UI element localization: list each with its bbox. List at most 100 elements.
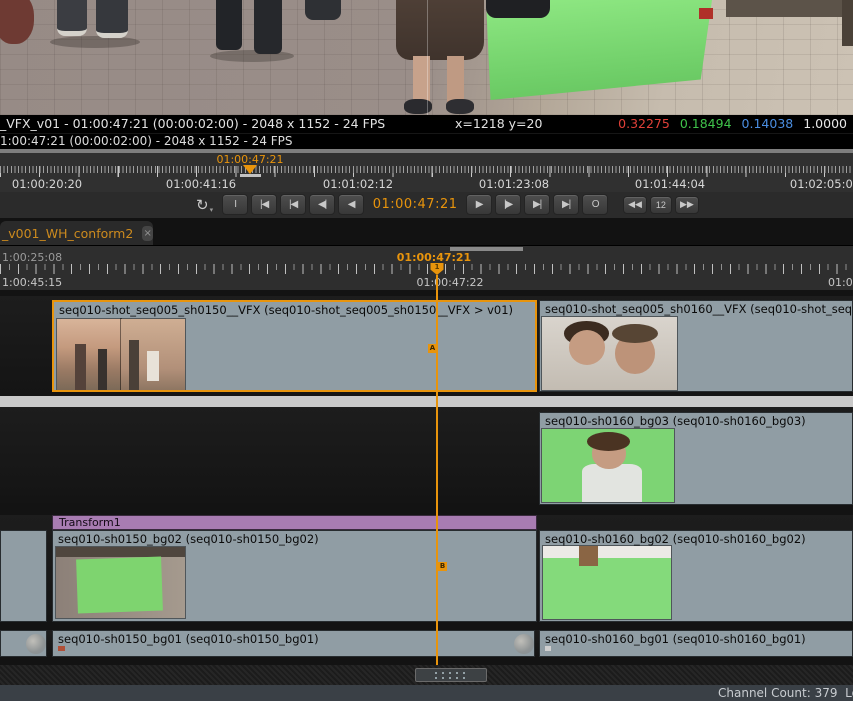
pixel-green-value: 0.18494 xyxy=(680,115,732,133)
clip-info-text-2: 1:00:47:21 (00:00:02:00) - 2048 x 1152 -… xyxy=(0,134,293,148)
viewer-shoe xyxy=(96,0,128,38)
clip-sh0160-bg03[interactable]: seq010-sh0160_bg03 (seq010-sh0160_bg03) xyxy=(539,412,853,505)
jog-back-button[interactable]: ◀◀ xyxy=(623,196,647,214)
timeline-tracks: seq010-shot_seq005_sh0150__VFX (seq010-s… xyxy=(0,290,853,665)
sequence-tab[interactable]: _v001_WH_conform2 × xyxy=(0,221,153,245)
clip-thumbnail xyxy=(542,317,677,390)
viewer-info-bar-2: 1:00:47:21 (00:00:02:00) - 2048 x 1152 -… xyxy=(0,133,853,149)
status-bar: Channel Count: 379 Loc xyxy=(0,685,853,701)
viewer-child-shorts xyxy=(396,0,484,60)
viewer-shadow xyxy=(50,36,140,48)
hscrollbar-thumb[interactable] xyxy=(415,668,487,682)
jog-forward-button[interactable]: ▶▶ xyxy=(675,196,699,214)
ruler-tick-label: 01:00:41:16 xyxy=(166,177,236,191)
loop-mode-button[interactable]: ↻ ▾ xyxy=(196,196,213,214)
pixel-alpha-value: 1.0000 xyxy=(803,115,847,133)
clip-thumbnail xyxy=(56,547,185,618)
viewer-leg xyxy=(254,0,282,54)
clip-label: seq010-shot_seq005_sh0160__VFX (seq010-s… xyxy=(545,302,853,316)
clip-label: seq010-shot_seq005_sh0150__VFX (seq010-s… xyxy=(59,303,513,317)
player-range-bar xyxy=(240,174,261,177)
mark-out-button[interactable]: O xyxy=(582,194,608,215)
go-to-end-button[interactable]: ▶| xyxy=(553,194,579,215)
transport-controls: ↻ ▾ I |◀ |◀ ◀| ◀ 01:00:47:21 ▶ |▶ ▶| ▶| … xyxy=(196,194,699,215)
play-from-button[interactable]: |▶ xyxy=(495,194,521,215)
ruler-bottom-labels: 1:00:45:15 01:00:47:22 01:00 xyxy=(0,276,853,290)
player-ruler-ticks xyxy=(0,166,853,177)
mark-in-button[interactable]: I xyxy=(222,194,248,215)
pixel-red-value: 0.32275 xyxy=(618,115,670,133)
clip-flag-icon xyxy=(58,646,65,651)
ruler-tick-label: 01:02:05:00 xyxy=(790,177,853,191)
track-b-badge: B xyxy=(438,562,447,571)
clip-stub-left-audio[interactable] xyxy=(0,630,47,657)
viewer-dark-object xyxy=(486,0,550,18)
viewer-edge xyxy=(842,0,853,46)
previous-edit-button[interactable]: |◀ xyxy=(280,194,306,215)
clip-label: seq010-sh0160_bg03 (seq010-sh0160_bg03) xyxy=(545,414,806,428)
transport-bar: ↻ ▾ I |◀ |◀ ◀| ◀ 01:00:47:21 ▶ |▶ ▶| ▶| … xyxy=(0,192,853,218)
viewer-child-leg xyxy=(447,56,464,103)
play-reverse-button[interactable]: ◀ xyxy=(338,194,364,215)
cursor-coords: x=1218 y=20 xyxy=(455,115,542,133)
viewer-step xyxy=(726,0,853,17)
playhead-line[interactable] xyxy=(436,275,438,665)
play-button[interactable]: ▶ xyxy=(466,194,492,215)
ruler-tick-label: 1:00:45:15 xyxy=(2,276,62,289)
ruler-tick-label: 01:00:47:22 xyxy=(416,276,483,289)
ruler-tick-label: 01:01:23:08 xyxy=(479,177,549,191)
timeline-ruler[interactable]: 1:00:25:08 01:00:47:21 1 1:00:45:15 01:0… xyxy=(0,245,853,290)
viewer-shadow xyxy=(210,50,294,62)
flame-timeline-window: _VFX_v01 - 01:00:47:21 (00:00:02:00) - 2… xyxy=(0,0,853,701)
timeline-hscrollbar[interactable] xyxy=(0,665,853,685)
transition-icon xyxy=(26,634,46,654)
clip-stub-left[interactable] xyxy=(0,530,47,622)
clip-sh0160-vfx[interactable]: seq010-shot_seq005_sh0160__VFX (seq010-s… xyxy=(539,300,853,392)
timeline-focus-bar[interactable] xyxy=(0,396,853,407)
viewer-child-shoe xyxy=(446,99,474,114)
close-icon[interactable]: × xyxy=(142,226,153,241)
transition-icon xyxy=(514,634,534,654)
clip-thumbnail xyxy=(543,546,671,619)
clip-sh0150-bg01[interactable]: seq010-sh0150_bg01 (seq010-sh0150_bg01) xyxy=(52,630,535,657)
viewer-feet xyxy=(305,0,341,20)
clip-info-text: _VFX_v01 - 01:00:47:21 (00:00:02:00) - 2… xyxy=(0,115,385,133)
track-a-badge: A xyxy=(428,344,437,353)
step-back-button[interactable]: ◀| xyxy=(309,194,335,215)
ruler-tick-label: 01:00 xyxy=(828,276,853,289)
ruler-tick-label: 01:01:44:04 xyxy=(635,177,705,191)
go-to-start-button[interactable]: |◀ xyxy=(251,194,277,215)
step-frames-value[interactable]: 12 xyxy=(650,196,672,214)
pixel-blue-value: 0.14038 xyxy=(742,115,794,133)
clip-label: seq010-sh0150_bg01 (seq010-sh0150_bg01) xyxy=(58,632,319,646)
viewer-red-marker xyxy=(699,8,713,19)
viewer-info-bar: _VFX_v01 - 01:00:47:21 (00:00:02:00) - 2… xyxy=(0,115,853,133)
clip-label: seq010-sh0160_bg01 (seq010-sh0160_bg01) xyxy=(545,632,806,646)
ruler-tick-label: 01:01:02:12 xyxy=(323,177,393,191)
clip-label: seq010-sh0160_bg02 (seq010-sh0160_bg02) xyxy=(545,532,806,546)
clip-sh0160-bg01[interactable]: seq010-sh0160_bg01 (seq010-sh0160_bg01) xyxy=(539,630,853,657)
pixel-rgba-readout: 0.32275 0.18494 0.14038 1.0000 xyxy=(618,115,847,133)
current-timecode-display[interactable]: 01:00:47:21 xyxy=(367,197,463,212)
viewer-figure xyxy=(0,0,34,44)
player-playhead-marker[interactable] xyxy=(243,165,257,174)
viewer-canvas[interactable] xyxy=(0,0,853,115)
clip-sh0160-bg02[interactable]: seq010-sh0160_bg02 (seq010-sh0160_bg02) xyxy=(539,530,853,622)
timeline-playhead-timecode: 01:00:47:21 xyxy=(397,251,471,264)
viewer-wipe-seam xyxy=(427,0,428,115)
channel-count-text: Channel Count: 379 Loc xyxy=(718,685,853,701)
loop-icon: ↻ xyxy=(196,196,209,214)
clip-sh0150-bg02[interactable]: seq010-sh0150_bg02 (seq010-sh0150_bg02) xyxy=(52,530,537,622)
clip-flag-icon xyxy=(545,646,551,651)
clip-sh0150-vfx[interactable]: seq010-shot_seq005_sh0150__VFX (seq010-s… xyxy=(52,300,537,392)
chevron-down-icon: ▾ xyxy=(210,206,214,214)
player-timeline-ruler[interactable]: 01:00:47:21 01:00:20:20 01:00:41:16 01:0… xyxy=(0,153,853,192)
viewer-shoe xyxy=(57,0,87,36)
ruler-start-timecode: 1:00:25:08 xyxy=(2,251,62,264)
clip-label: seq010-sh0150_bg02 (seq010-sh0150_bg02) xyxy=(58,532,319,546)
transform-effect-bar[interactable]: Transform1 xyxy=(52,515,537,530)
clip-thumbnail xyxy=(121,319,185,390)
sequence-tab-label: _v001_WH_conform2 xyxy=(2,226,133,241)
next-edit-button[interactable]: ▶| xyxy=(524,194,550,215)
player-ruler-labels: 01:00:20:20 01:00:41:16 01:01:02:12 01:0… xyxy=(0,177,853,191)
